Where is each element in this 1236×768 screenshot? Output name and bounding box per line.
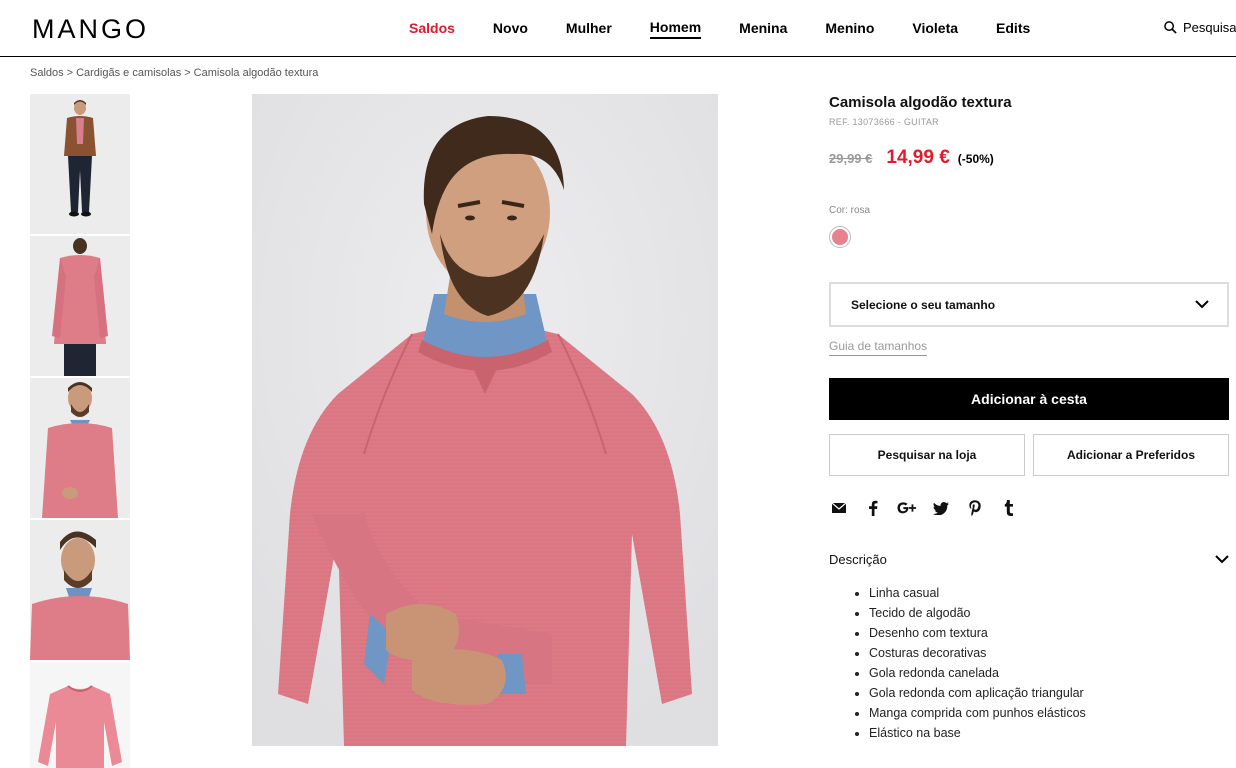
mail-icon[interactable]	[829, 498, 849, 518]
add-to-cart-button[interactable]: Adicionar à cesta	[829, 378, 1229, 420]
breadcrumb: Saldos > Cardigãs e camisolas > Camisola alg…	[30, 67, 318, 79]
color-swatch-fill	[832, 229, 848, 245]
breadcrumb-item-saldos[interactable]: Saldos	[30, 67, 64, 79]
list-item: Desenho com textura	[869, 623, 1229, 643]
color-label: Cor: rosa	[829, 205, 871, 216]
list-item: Gola redonda com aplicação triangular	[869, 683, 1229, 703]
add-to-favorites-button[interactable]: Adicionar a Preferidos	[1033, 434, 1229, 476]
thumbnail-3[interactable]	[30, 378, 130, 518]
sale-price: 14,99 €	[886, 147, 950, 168]
nav-item-homem[interactable]: Homem	[649, 19, 702, 39]
nav-item-novo[interactable]: Novo	[493, 20, 528, 38]
description-list: Linha casual Tecido de algodão Desenho c…	[829, 583, 1229, 743]
description-toggle[interactable]: Descrição	[829, 552, 1229, 567]
chevron-down-icon	[1215, 555, 1229, 564]
nav-item-saldos[interactable]: Saldos	[409, 20, 455, 38]
color-swatch-rosa[interactable]	[829, 226, 851, 248]
twitter-icon[interactable]	[931, 498, 951, 518]
price-block: 29,99 € 14,99 € (-50%)	[829, 147, 1229, 169]
nav-item-violeta[interactable]: Violeta	[912, 20, 958, 38]
nav-item-edits[interactable]: Edits	[996, 20, 1030, 38]
chevron-down-icon	[1195, 300, 1209, 309]
breadcrumb-item-current: Camisola algodão textura	[193, 67, 319, 79]
main-nav: Saldos Novo Mulher Homem Menina Menino V…	[390, 0, 1049, 57]
size-select[interactable]: Selecione o seu tamanho	[829, 282, 1229, 327]
search-icon	[1164, 21, 1177, 34]
search-label: Pesquisar	[1183, 20, 1236, 35]
breadcrumb-separator: >	[66, 67, 74, 79]
tumblr-icon[interactable]	[999, 498, 1019, 518]
discount-badge: (-50%)	[957, 152, 994, 166]
size-select-label: Selecione o seu tamanho	[851, 297, 996, 312]
search-button[interactable]: Pesquisar	[1164, 20, 1236, 35]
product-panel: Camisola algodão textura REF. 13073666 -…	[829, 94, 1229, 743]
secondary-actions: Pesquisar na loja Adicionar a Preferidos	[829, 434, 1229, 476]
size-guide-link[interactable]: Guia de tamanhos	[829, 339, 928, 356]
thumbnail-2[interactable]	[30, 236, 130, 376]
facebook-icon[interactable]	[863, 498, 883, 518]
breadcrumb-item-cardigas[interactable]: Cardigãs e camisolas	[76, 67, 181, 79]
list-item: Manga comprida com punhos elásticos	[869, 703, 1229, 723]
thumbnail-4[interactable]	[30, 520, 130, 660]
old-price: 29,99 €	[829, 151, 873, 166]
nav-item-mulher[interactable]: Mulher	[566, 20, 612, 38]
list-item: Elástico na base	[869, 723, 1229, 743]
share-bar	[829, 498, 1229, 518]
pinterest-icon[interactable]	[965, 498, 985, 518]
list-item: Linha casual	[869, 583, 1229, 603]
nav-item-menino[interactable]: Menino	[825, 20, 874, 38]
find-in-store-button[interactable]: Pesquisar na loja	[829, 434, 1025, 476]
thumbnail-5[interactable]	[30, 662, 130, 768]
list-item: Costuras decorativas	[869, 643, 1229, 663]
main-product-image[interactable]	[252, 94, 718, 746]
google-plus-icon[interactable]	[897, 498, 917, 518]
list-item: Tecido de algodão	[869, 603, 1229, 623]
product-title: Camisola algodão textura	[829, 94, 1012, 111]
site-header: MANGO Saldos Novo Mulher Homem Menina Me…	[0, 0, 1236, 57]
description-title: Descrição	[829, 552, 887, 567]
breadcrumb-separator: >	[184, 67, 191, 79]
thumbnail-1[interactable]	[30, 94, 130, 234]
nav-item-menina[interactable]: Menina	[739, 20, 787, 38]
product-ref: REF. 13073666 - GUITAR	[829, 117, 939, 127]
mango-logo[interactable]: MANGO	[32, 14, 149, 45]
list-item: Gola redonda canelada	[869, 663, 1229, 683]
thumbnail-gallery	[30, 94, 130, 768]
